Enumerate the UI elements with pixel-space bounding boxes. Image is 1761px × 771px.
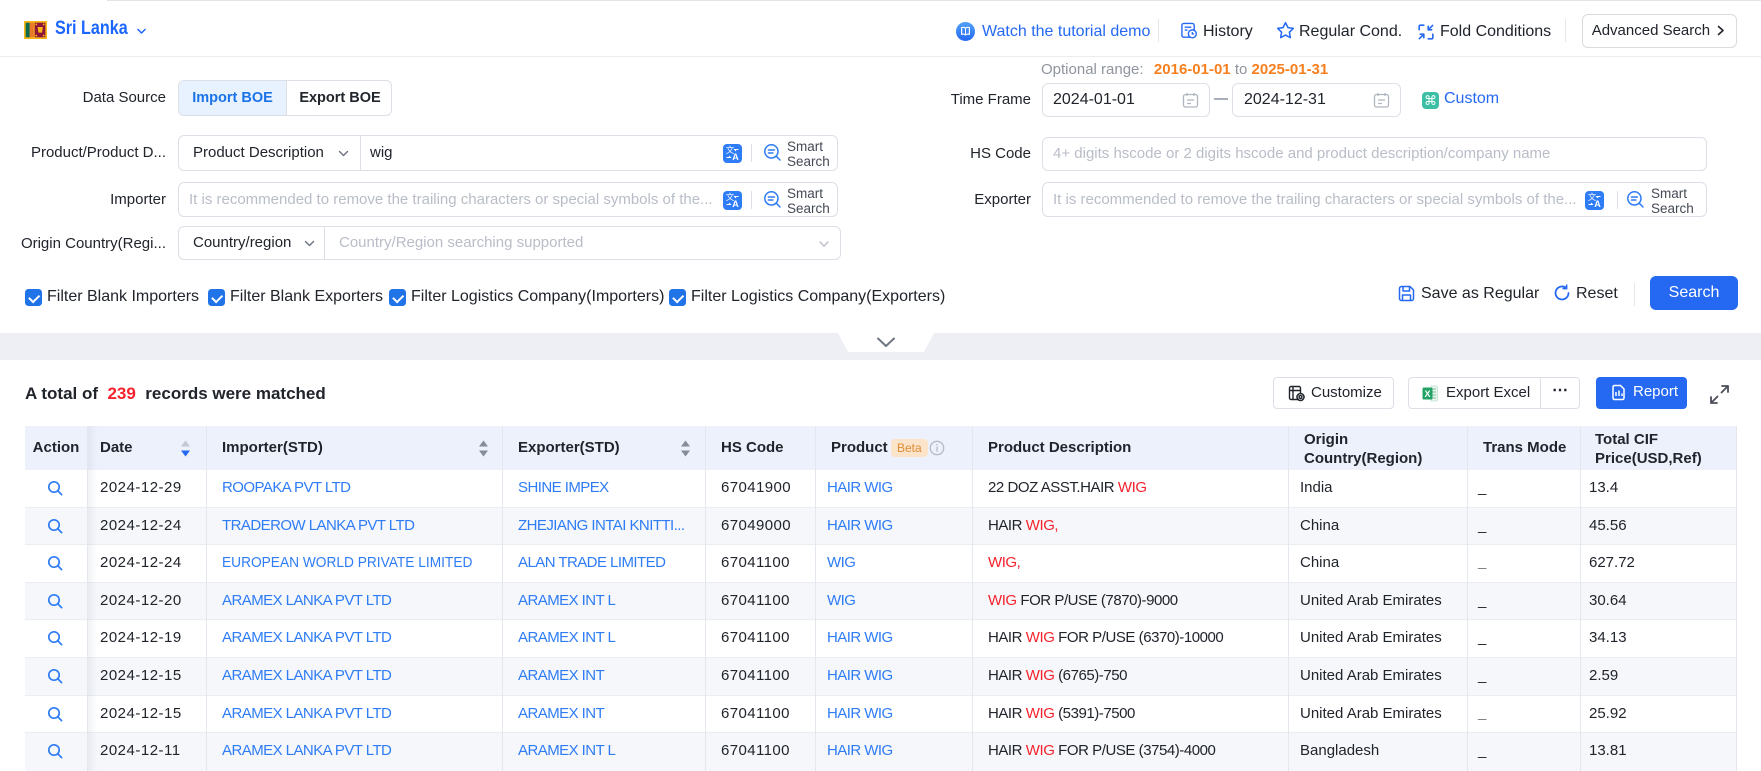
svg-text:A: A [1594, 199, 1601, 209]
svg-text:X: X [1424, 389, 1430, 399]
